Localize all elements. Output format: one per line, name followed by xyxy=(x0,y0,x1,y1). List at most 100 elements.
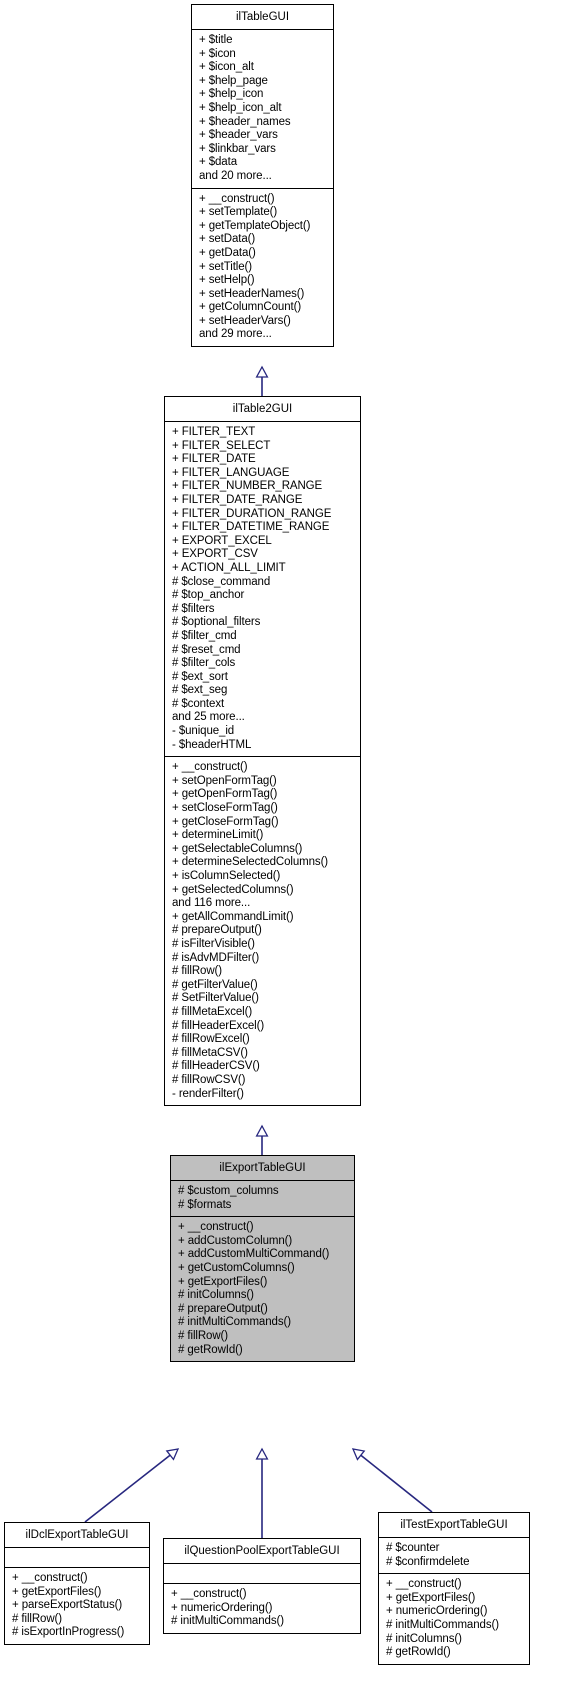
attribute: + $help_icon_alt xyxy=(199,101,282,114)
class-box-iltablegui[interactable]: ilTableGUI + $title + $icon + $icon_alt … xyxy=(191,4,334,348)
method: + getCustomColumns() xyxy=(178,1261,295,1274)
method: + setOpenFormTag() xyxy=(172,774,277,787)
method: + isColumnSelected() xyxy=(172,870,281,882)
attribute: # $filter_cols xyxy=(172,657,236,670)
method: + determineLimit() xyxy=(172,829,264,842)
attribute: # $formats xyxy=(178,1198,232,1211)
class-attributes: + $title + $icon + $icon_alt + $help_pag… xyxy=(192,30,333,189)
method: + addCustomColumn() xyxy=(178,1234,293,1247)
uml-class-diagram: ilTableGUI + $title + $icon + $icon_alt … xyxy=(0,0,563,1681)
class-methods: + __construct() + setTemplate() + getTem… xyxy=(192,189,333,347)
method: + getExportFiles() xyxy=(12,1585,102,1598)
method: # isAdvMDFilter() xyxy=(172,951,260,964)
method: # fillMetaCSV() xyxy=(172,1046,248,1059)
method: + parseExportStatus() xyxy=(12,1599,123,1612)
method: # getFilterValue() xyxy=(172,978,258,991)
class-attributes: + FILTER_TEXT + FILTER_SELECT + FILTER_D… xyxy=(165,422,360,758)
attribute: + $header_vars xyxy=(199,129,278,142)
attribute: # $optional_filters xyxy=(172,616,261,629)
attribute: - $headerHTML xyxy=(172,738,252,751)
class-box-iltestexporttablegui[interactable]: ilTestExportTableGUI # $counter # $confi… xyxy=(378,1512,530,1665)
attribute: + $icon_alt xyxy=(199,61,254,74)
attribute: + $title xyxy=(199,34,233,46)
method: + getCloseFormTag() xyxy=(172,815,279,828)
method: # prepareOutput() xyxy=(178,1302,268,1315)
method: # initMultiCommands() xyxy=(178,1316,291,1329)
method: # fillMetaExcel() xyxy=(172,1005,253,1018)
method: # initMultiCommands() xyxy=(386,1618,499,1631)
attribute: + FILTER_DATE_RANGE xyxy=(172,493,303,506)
attribute: # $custom_columns xyxy=(178,1185,279,1197)
attribute: + $linkbar_vars xyxy=(199,142,276,155)
method: + getColumnCount() xyxy=(199,301,302,314)
method: # isFilterVisible() xyxy=(172,937,255,950)
attribute: # $reset_cmd xyxy=(172,643,241,656)
class-attributes xyxy=(5,1548,149,1568)
attribute: + FILTER_DATETIME_RANGE xyxy=(172,521,330,534)
method: + setHeaderVars() xyxy=(199,314,291,327)
method: # getRowId() xyxy=(386,1646,451,1659)
method: + setData() xyxy=(199,233,256,246)
class-box-ilquestionpoolexporttablegui[interactable]: ilQuestionPoolExportTableGUI + __constru… xyxy=(163,1538,361,1634)
method: # isExportInProgress() xyxy=(12,1626,125,1639)
attribute: + EXPORT_CSV xyxy=(172,548,258,561)
method: # fillRowCSV() xyxy=(172,1073,246,1086)
attribute: + FILTER_DATE xyxy=(172,453,256,466)
method: + getSelectableColumns() xyxy=(172,842,303,855)
attribute: + $header_names xyxy=(199,115,291,128)
method: # fillHeaderExcel() xyxy=(172,1019,265,1032)
attribute: + EXPORT_EXCEL xyxy=(172,534,272,547)
attribute: + FILTER_LANGUAGE xyxy=(172,466,290,479)
class-attributes xyxy=(164,1564,360,1584)
class-title: ilExportTableGUI xyxy=(171,1156,354,1181)
class-title: ilDclExportTableGUI xyxy=(5,1523,149,1548)
attribute: + FILTER_SELECT xyxy=(172,439,271,452)
method: # fillHeaderCSV() xyxy=(172,1060,260,1073)
method-more: and 116 more... xyxy=(172,897,251,910)
attribute: # $top_anchor xyxy=(172,589,245,602)
class-title: ilQuestionPoolExportTableGUI xyxy=(164,1539,360,1564)
attribute: - $unique_id xyxy=(172,725,235,738)
attribute: # $ext_seg xyxy=(172,684,228,697)
method: # fillRow() xyxy=(12,1612,63,1625)
method: # initMultiCommands() xyxy=(171,1615,284,1628)
method: + __construct() xyxy=(178,1221,254,1234)
method: - renderFilter() xyxy=(172,1087,244,1100)
method: # prepareOutput() xyxy=(172,924,262,937)
method: + setHelp() xyxy=(199,274,255,287)
class-title: ilTableGUI xyxy=(192,5,333,30)
method: + getOpenFormTag() xyxy=(172,788,278,801)
attribute: + FILTER_DURATION_RANGE xyxy=(172,507,332,520)
class-attributes: # $custom_columns # $formats xyxy=(171,1181,354,1218)
attribute: # $context xyxy=(172,697,225,710)
method: + __construct() xyxy=(171,1588,247,1600)
method: + setCloseFormTag() xyxy=(172,802,278,815)
method: # SetFilterValue() xyxy=(172,992,259,1005)
method: + __construct() xyxy=(172,761,248,774)
attribute: # $counter xyxy=(386,1542,440,1554)
method: + setTitle() xyxy=(199,260,253,273)
class-box-ilexporttablegui[interactable]: ilExportTableGUI # $custom_columns # $fo… xyxy=(170,1155,355,1363)
method: + setHeaderNames() xyxy=(199,287,305,300)
class-title: ilTestExportTableGUI xyxy=(379,1513,529,1538)
attribute: + FILTER_NUMBER_RANGE xyxy=(172,480,323,493)
method: # initColumns() xyxy=(178,1289,254,1302)
method: + __construct() xyxy=(386,1578,462,1591)
method: + determineSelectedColumns() xyxy=(172,856,329,869)
class-attributes: # $counter # $confirmdelete xyxy=(379,1538,529,1575)
class-title: ilTable2GUI xyxy=(165,397,360,422)
attribute: # $ext_sort xyxy=(172,670,228,683)
class-methods: + __construct() + addCustomColumn() + ad… xyxy=(171,1217,354,1361)
attribute: # $confirmdelete xyxy=(386,1555,470,1568)
attribute: + $icon xyxy=(199,47,236,60)
method: + numericOrdering() xyxy=(386,1605,488,1618)
class-box-iltable2gui[interactable]: ilTable2GUI + FILTER_TEXT + FILTER_SELEC… xyxy=(164,396,361,1107)
method: + getAllCommandLimit() xyxy=(172,910,294,923)
attribute: # $filters xyxy=(172,602,215,615)
method: # fillRow() xyxy=(172,965,223,978)
method: + getData() xyxy=(199,246,256,259)
method: + __construct() xyxy=(199,192,275,205)
method: + addCustomMultiCommand() xyxy=(178,1248,330,1261)
class-box-ildclexporttablegui[interactable]: ilDclExportTableGUI + __construct() + ge… xyxy=(4,1522,150,1645)
method: # fillRow() xyxy=(178,1329,229,1342)
